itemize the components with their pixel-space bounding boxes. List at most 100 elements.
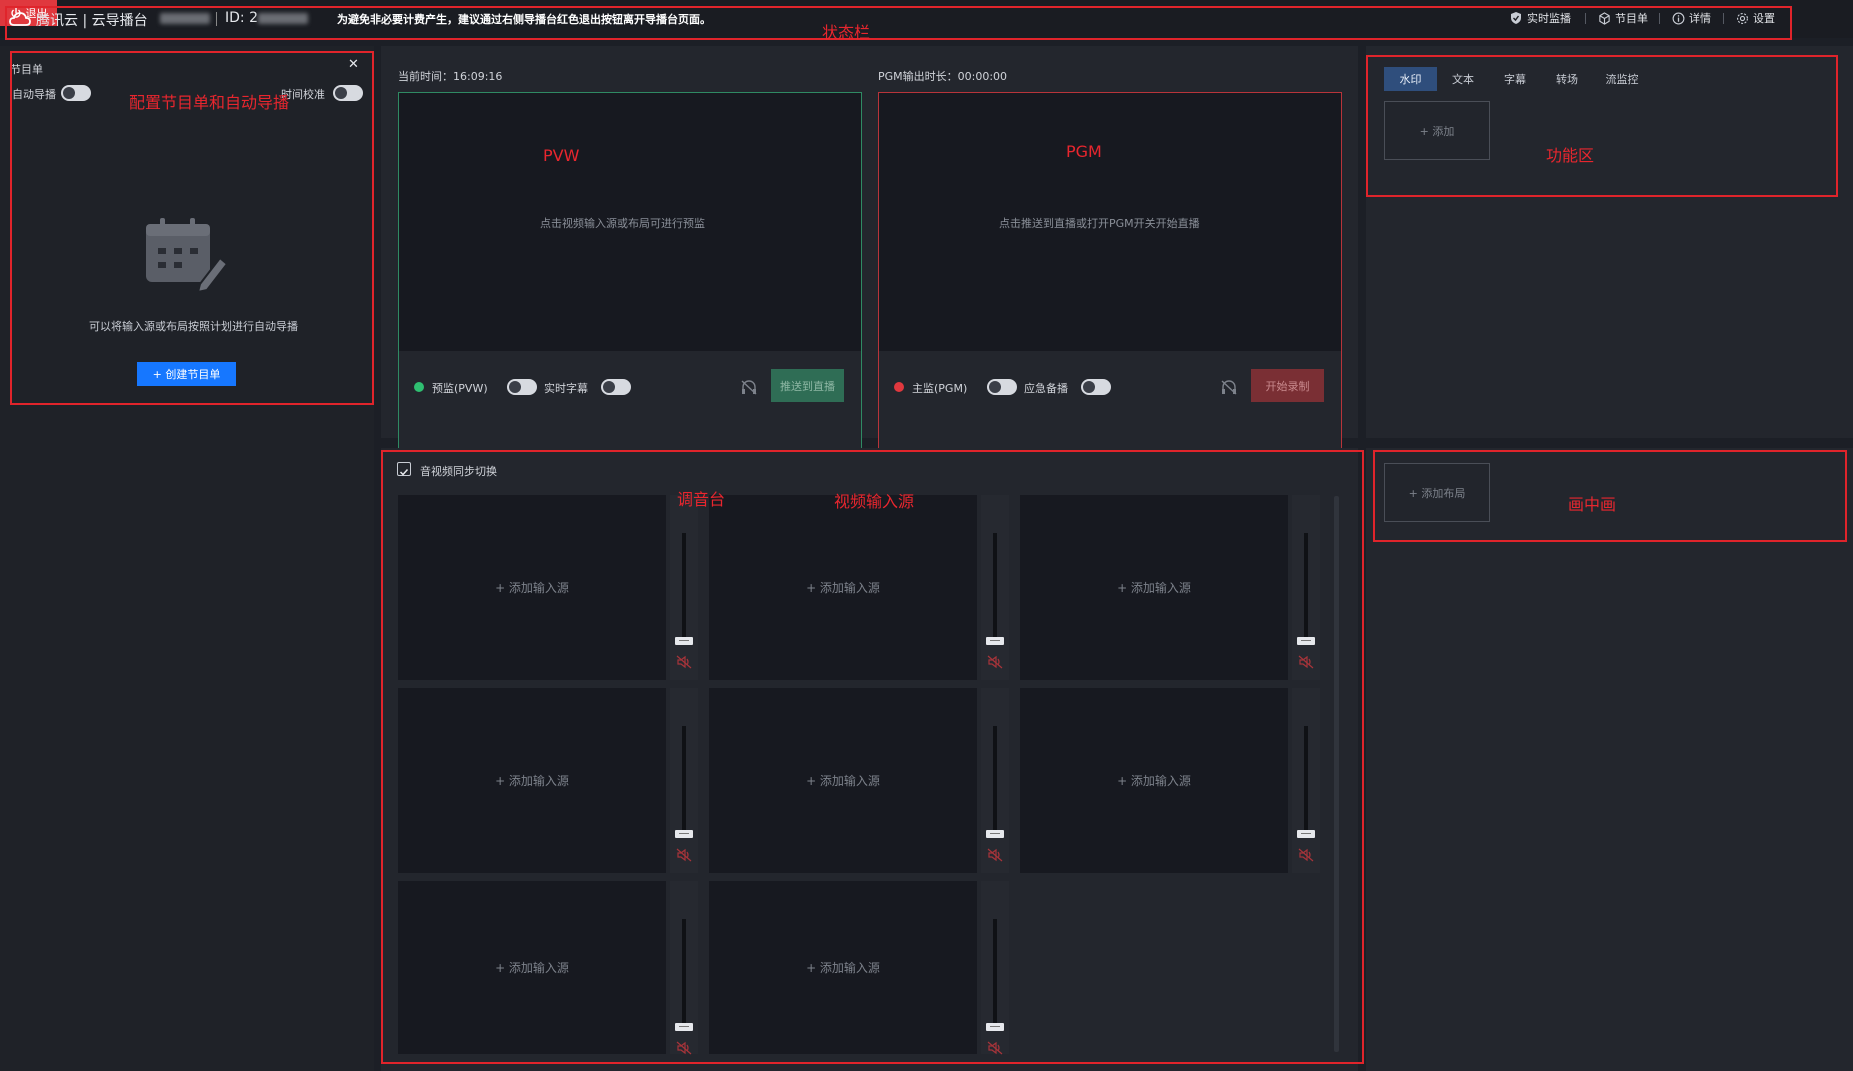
- tab-text[interactable]: 文本: [1437, 67, 1489, 91]
- add-input-source-label: + 添加输入源: [1117, 774, 1191, 788]
- details-button[interactable]: 详情: [1672, 10, 1711, 26]
- fader-track: [682, 726, 686, 838]
- schedule-menu-label: 节目单: [1615, 12, 1648, 25]
- top-separator: [1659, 13, 1660, 24]
- pvw-screen[interactable]: 点击视频输入源或布局可进行预监: [399, 93, 861, 351]
- schedule-empty-hint: 可以将输入源或布局按照计划进行自动导播: [89, 320, 298, 333]
- speaker-muted-icon[interactable]: [1298, 848, 1314, 862]
- live-monitor-button[interactable]: 实时监播: [1509, 10, 1571, 26]
- fader-track: [993, 533, 997, 645]
- annotation-schedule: 配置节目单和自动导播: [129, 93, 290, 112]
- start-recording-label: 开始录制: [1265, 379, 1310, 393]
- input-source-tile[interactable]: + 添加输入源: [709, 495, 977, 680]
- volume-fader[interactable]: [981, 881, 1009, 1055]
- fader-thumb[interactable]: [986, 637, 1004, 645]
- input-source-tile[interactable]: + 添加输入源: [398, 688, 666, 873]
- input-source-tile[interactable]: + 添加输入源: [398, 881, 666, 1054]
- pgm-monitor-toggle[interactable]: [987, 379, 1017, 395]
- add-layout-button[interactable]: + 添加布局: [1384, 463, 1490, 522]
- fader-track: [1304, 533, 1308, 645]
- fader-track: [993, 919, 997, 1031]
- add-watermark-label: + 添加: [1419, 124, 1455, 138]
- fader-thumb[interactable]: [675, 1023, 693, 1031]
- realtime-subtitle-toggle[interactable]: [601, 379, 631, 395]
- volume-fader[interactable]: [670, 881, 698, 1055]
- volume-fader[interactable]: [670, 495, 698, 680]
- fader-thumb[interactable]: [675, 830, 693, 838]
- volume-fader[interactable]: [981, 495, 1009, 680]
- brand-divider: [216, 12, 217, 26]
- info-icon: [1672, 12, 1685, 24]
- fader-thumb[interactable]: [986, 1023, 1004, 1031]
- speaker-muted-icon[interactable]: [1298, 655, 1314, 669]
- speaker-muted-icon[interactable]: [676, 655, 692, 669]
- pgm-screen[interactable]: 点击推送到直播或打开PGM开关开始直播: [879, 93, 1341, 351]
- settings-label: 设置: [1753, 12, 1775, 25]
- tab-caption[interactable]: 字幕: [1489, 67, 1541, 91]
- brand-title: 腾讯云 | 云导播台: [36, 13, 148, 29]
- av-sync-checkbox[interactable]: [397, 462, 411, 476]
- pgm-monitor[interactable]: 点击推送到直播或打开PGM开关开始直播 主监(PGM) 应急备播 开始录制: [878, 92, 1342, 466]
- pvw-monitor-toggle[interactable]: [507, 379, 537, 395]
- volume-fader[interactable]: [981, 688, 1009, 873]
- input-source-tile[interactable]: + 添加输入源: [1020, 495, 1288, 680]
- speaker-muted-icon[interactable]: [987, 655, 1003, 669]
- speaker-muted-icon[interactable]: [987, 1041, 1003, 1055]
- speaker-muted-icon[interactable]: [987, 848, 1003, 862]
- input-source-tile[interactable]: + 添加输入源: [709, 688, 977, 873]
- volume-fader[interactable]: [1292, 495, 1320, 680]
- calendar-edit-icon: [146, 218, 229, 294]
- pgm-status-dot: [894, 382, 904, 392]
- fader-thumb[interactable]: [1297, 830, 1315, 838]
- pvw-monitor[interactable]: 点击视频输入源或布局可进行预监 预监(PVW) 实时字幕 推送到直播: [398, 92, 862, 466]
- annotation-pvw: PVW: [543, 146, 580, 165]
- pgm-monitor-label: 主监(PGM): [912, 382, 968, 395]
- add-input-source-label: + 添加输入源: [806, 581, 880, 595]
- input-source-tile[interactable]: + 添加输入源: [1020, 688, 1288, 873]
- settings-button[interactable]: 设置: [1736, 10, 1775, 26]
- input-source-tile[interactable]: + 添加输入源: [398, 495, 666, 680]
- create-schedule-button[interactable]: + 创建节目单: [137, 362, 236, 386]
- input-source-tile[interactable]: + 添加输入源: [709, 881, 977, 1054]
- start-recording-button[interactable]: 开始录制: [1251, 369, 1324, 402]
- close-icon[interactable]: ✕: [348, 57, 359, 72]
- pgm-hint: 点击推送到直播或打开PGM开关开始直播: [999, 217, 1200, 230]
- schedule-menu-button[interactable]: 节目单: [1598, 10, 1648, 26]
- speaker-muted-icon[interactable]: [676, 848, 692, 862]
- top-separator: [1585, 13, 1586, 24]
- volume-fader[interactable]: [1292, 688, 1320, 873]
- checkmark-icon: [399, 468, 409, 476]
- create-schedule-label: + 创建节目单: [152, 368, 221, 381]
- speaker-muted-icon[interactable]: [676, 1041, 692, 1055]
- current-time-label: 当前时间：16:09:16: [398, 70, 503, 83]
- blurred-id: [258, 13, 308, 24]
- tab-transition[interactable]: 转场: [1541, 67, 1593, 91]
- fader-track: [1304, 726, 1308, 838]
- time-calibration-toggle[interactable]: [333, 85, 363, 101]
- auto-direct-label: 自动导播: [12, 88, 56, 101]
- tab-watermark[interactable]: 水印: [1384, 67, 1437, 91]
- push-to-live-label: 推送到直播: [780, 379, 835, 393]
- fader-thumb[interactable]: [1297, 637, 1315, 645]
- auto-direct-toggle[interactable]: [61, 85, 91, 101]
- emergency-backup-toggle[interactable]: [1081, 379, 1111, 395]
- annotation-pip: 画中画: [1568, 495, 1617, 514]
- volume-fader[interactable]: [670, 688, 698, 873]
- fader-thumb[interactable]: [986, 830, 1004, 838]
- push-to-live-button[interactable]: 推送到直播: [771, 369, 844, 402]
- cube-icon: [1599, 11, 1610, 25]
- tab-stream-monitor[interactable]: 流监控: [1593, 67, 1651, 91]
- annotation-video-input: 视频输入源: [834, 492, 915, 511]
- details-label: 详情: [1689, 12, 1711, 25]
- pgm-duration-label: PGM输出时长：00:00:00: [878, 70, 1008, 83]
- headphones-muted-icon[interactable]: [1220, 379, 1238, 395]
- headphones-muted-icon[interactable]: [740, 379, 758, 395]
- add-watermark-button[interactable]: + 添加: [1384, 101, 1490, 160]
- add-input-source-label: + 添加输入源: [1117, 581, 1191, 595]
- annotation-function: 功能区: [1546, 146, 1595, 165]
- add-layout-label: + 添加布局: [1408, 486, 1466, 500]
- input-scrollbar[interactable]: [1334, 496, 1339, 1052]
- fader-thumb[interactable]: [675, 637, 693, 645]
- add-input-source-label: + 添加输入源: [495, 961, 569, 975]
- fader-track: [682, 533, 686, 645]
